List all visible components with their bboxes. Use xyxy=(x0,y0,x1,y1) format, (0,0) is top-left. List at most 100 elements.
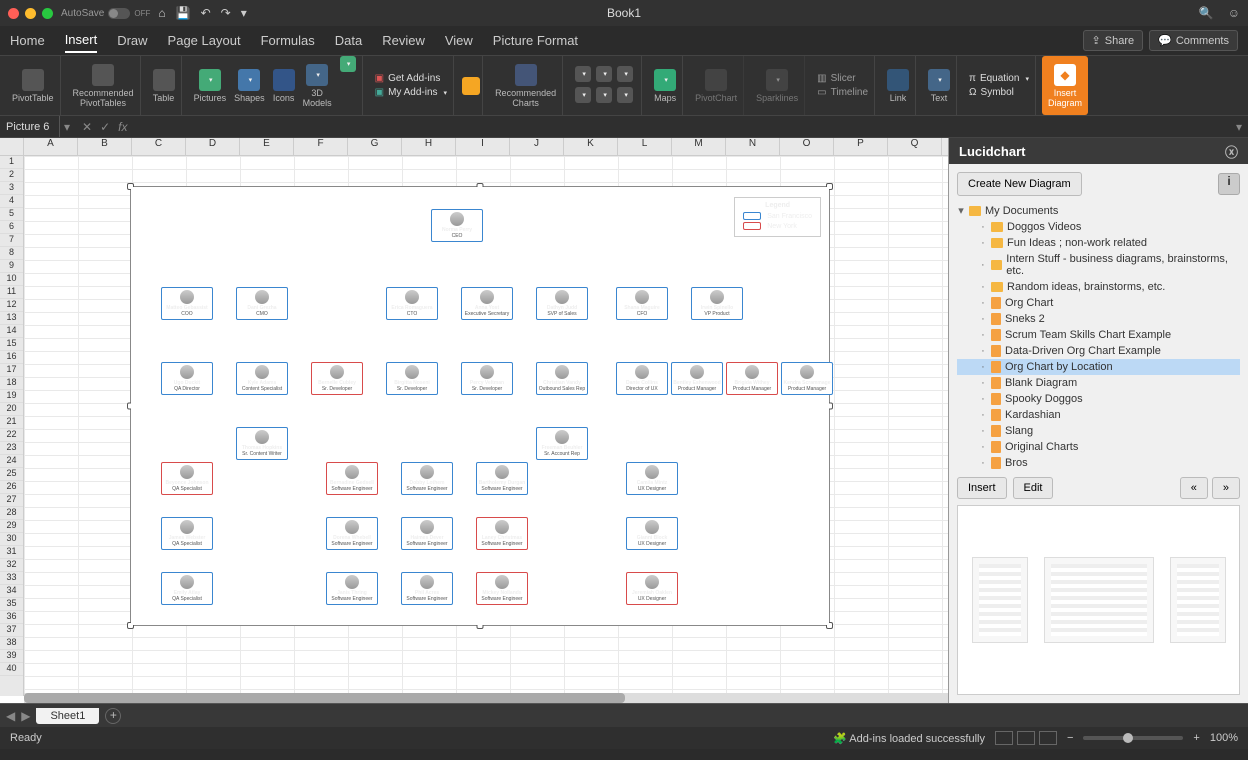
zoom-window-button[interactable] xyxy=(42,8,53,19)
ribbon-tab-picture-format[interactable]: Picture Format xyxy=(493,29,578,52)
ribbon-tab-home[interactable]: Home xyxy=(10,29,45,52)
column-header[interactable]: C xyxy=(132,138,186,155)
add-sheet-button[interactable]: + xyxy=(105,708,121,724)
save-icon[interactable]: 💾 xyxy=(176,6,191,20)
pivotchart-button[interactable]: PivotChart xyxy=(689,56,744,115)
ribbon-tab-page-layout[interactable]: Page Layout xyxy=(168,29,241,52)
row-header[interactable]: 14 xyxy=(0,325,23,338)
tree-item[interactable]: ·Original Charts xyxy=(957,439,1240,455)
text-button[interactable]: Text xyxy=(922,56,957,115)
home-icon[interactable]: ⌂ xyxy=(158,6,165,20)
symbol-button[interactable]: Ω Symbol xyxy=(969,87,1014,98)
column-header[interactable]: B xyxy=(78,138,132,155)
expand-formula-bar-icon[interactable]: ▾ xyxy=(1230,120,1248,134)
row-header[interactable]: 1 xyxy=(0,156,23,169)
column-header[interactable]: I xyxy=(456,138,510,155)
row-header[interactable]: 25 xyxy=(0,468,23,481)
column-header[interactable]: M xyxy=(672,138,726,155)
row-header[interactable]: 8 xyxy=(0,247,23,260)
customize-qat-icon[interactable]: ▾ xyxy=(241,6,247,20)
next-page-button[interactable]: » xyxy=(1212,477,1240,499)
tree-item[interactable]: ·Blank Diagram xyxy=(957,375,1240,391)
tree-item[interactable]: ·Sneks 2 xyxy=(957,311,1240,327)
scrollbar-thumb[interactable] xyxy=(24,693,625,703)
row-header[interactable]: 34 xyxy=(0,585,23,598)
tree-item[interactable]: ·Spooky Doggos xyxy=(957,391,1240,407)
column-header[interactable]: A xyxy=(24,138,78,155)
tree-item[interactable]: ·Intern Stuff - business diagrams, brain… xyxy=(957,251,1240,279)
link-button[interactable]: Link xyxy=(881,56,916,115)
ribbon-tab-review[interactable]: Review xyxy=(382,29,425,52)
table-button[interactable]: Table xyxy=(147,56,182,115)
fx-icon[interactable]: fx xyxy=(118,120,127,134)
ribbon-tab-draw[interactable]: Draw xyxy=(117,29,147,52)
row-header[interactable]: 17 xyxy=(0,364,23,377)
row-header[interactable]: 21 xyxy=(0,416,23,429)
column-header[interactable]: J xyxy=(510,138,564,155)
row-header[interactable]: 29 xyxy=(0,520,23,533)
row-header[interactable]: 2 xyxy=(0,169,23,182)
tree-item[interactable]: ·Bros xyxy=(957,455,1240,471)
ribbon-tab-view[interactable]: View xyxy=(445,29,473,52)
row-header[interactable]: 31 xyxy=(0,546,23,559)
row-header[interactable]: 4 xyxy=(0,195,23,208)
prev-page-button[interactable]: « xyxy=(1180,477,1208,499)
column-chart-icon[interactable] xyxy=(575,66,591,82)
insert-diagram-button[interactable]: ◆ Insert Diagram xyxy=(1042,56,1088,115)
cell-area[interactable]: Legend San FranciscoNew York Norma Perry… xyxy=(24,156,948,696)
zoom-slider[interactable] xyxy=(1083,736,1183,740)
row-header[interactable]: 38 xyxy=(0,637,23,650)
column-header[interactable]: G xyxy=(348,138,402,155)
row-header[interactable]: 24 xyxy=(0,455,23,468)
account-icon[interactable]: ☺ xyxy=(1228,6,1240,20)
close-panel-icon[interactable]: ⓧ xyxy=(1225,142,1238,161)
hierarchy-chart-icon[interactable] xyxy=(596,66,612,82)
name-box-dropdown-icon[interactable]: ▾ xyxy=(60,120,74,134)
tree-item[interactable]: ·Scrum Team Skills Chart Example xyxy=(957,327,1240,343)
column-header[interactable]: E xyxy=(240,138,294,155)
row-header[interactable]: 23 xyxy=(0,442,23,455)
column-header[interactable]: P xyxy=(834,138,888,155)
tree-item[interactable]: ·Doggos Videos xyxy=(957,219,1240,235)
row-header[interactable]: 39 xyxy=(0,650,23,663)
column-header[interactable]: K xyxy=(564,138,618,155)
row-header[interactable]: 37 xyxy=(0,624,23,637)
row-header[interactable]: 28 xyxy=(0,507,23,520)
preview-thumb[interactable] xyxy=(972,557,1028,643)
get-addins-button[interactable]: ▣ Get Add-ins xyxy=(375,73,441,84)
cancel-formula-icon[interactable]: ✕ xyxy=(82,120,92,134)
row-header[interactable]: 27 xyxy=(0,494,23,507)
row-header[interactable]: 6 xyxy=(0,221,23,234)
edit-button[interactable]: Edit xyxy=(1013,477,1054,499)
selected-picture[interactable]: Legend San FranciscoNew York Norma Perry… xyxy=(130,186,830,626)
create-new-diagram-button[interactable]: Create New Diagram xyxy=(957,172,1082,196)
column-header[interactable]: N xyxy=(726,138,780,155)
share-button[interactable]: ⇪Share xyxy=(1083,30,1144,51)
close-window-button[interactable] xyxy=(8,8,19,19)
collapse-icon[interactable]: ▾ xyxy=(957,204,965,217)
pictures-button[interactable]: Pictures xyxy=(194,69,227,103)
zoom-in-button[interactable]: + xyxy=(1193,732,1199,744)
zoom-out-button[interactable]: − xyxy=(1067,732,1073,744)
row-header[interactable]: 22 xyxy=(0,429,23,442)
smartart-button[interactable] xyxy=(340,56,356,72)
horizontal-scrollbar[interactable] xyxy=(24,693,948,703)
row-header[interactable]: 7 xyxy=(0,234,23,247)
ribbon-tab-insert[interactable]: Insert xyxy=(65,28,98,53)
row-header[interactable]: 32 xyxy=(0,559,23,572)
zoom-thumb[interactable] xyxy=(1123,733,1133,743)
row-header[interactable]: 12 xyxy=(0,299,23,312)
row-header[interactable]: 26 xyxy=(0,481,23,494)
name-box[interactable]: Picture 6 xyxy=(0,116,60,137)
row-header[interactable]: 20 xyxy=(0,403,23,416)
sheet-nav-prev-icon[interactable]: ◀ xyxy=(6,709,15,723)
select-all-corner[interactable] xyxy=(0,138,24,155)
combo-chart-icon[interactable] xyxy=(617,87,633,103)
autosave-toggle[interactable]: AutoSave OFF xyxy=(61,8,150,19)
row-header[interactable]: 18 xyxy=(0,377,23,390)
tree-item[interactable]: ·Org Chart xyxy=(957,295,1240,311)
tree-item[interactable]: ·Random ideas, brainstorms, etc. xyxy=(957,279,1240,295)
column-header[interactable]: O xyxy=(780,138,834,155)
undo-icon[interactable]: ↶ xyxy=(201,6,211,20)
row-header[interactable]: 35 xyxy=(0,598,23,611)
